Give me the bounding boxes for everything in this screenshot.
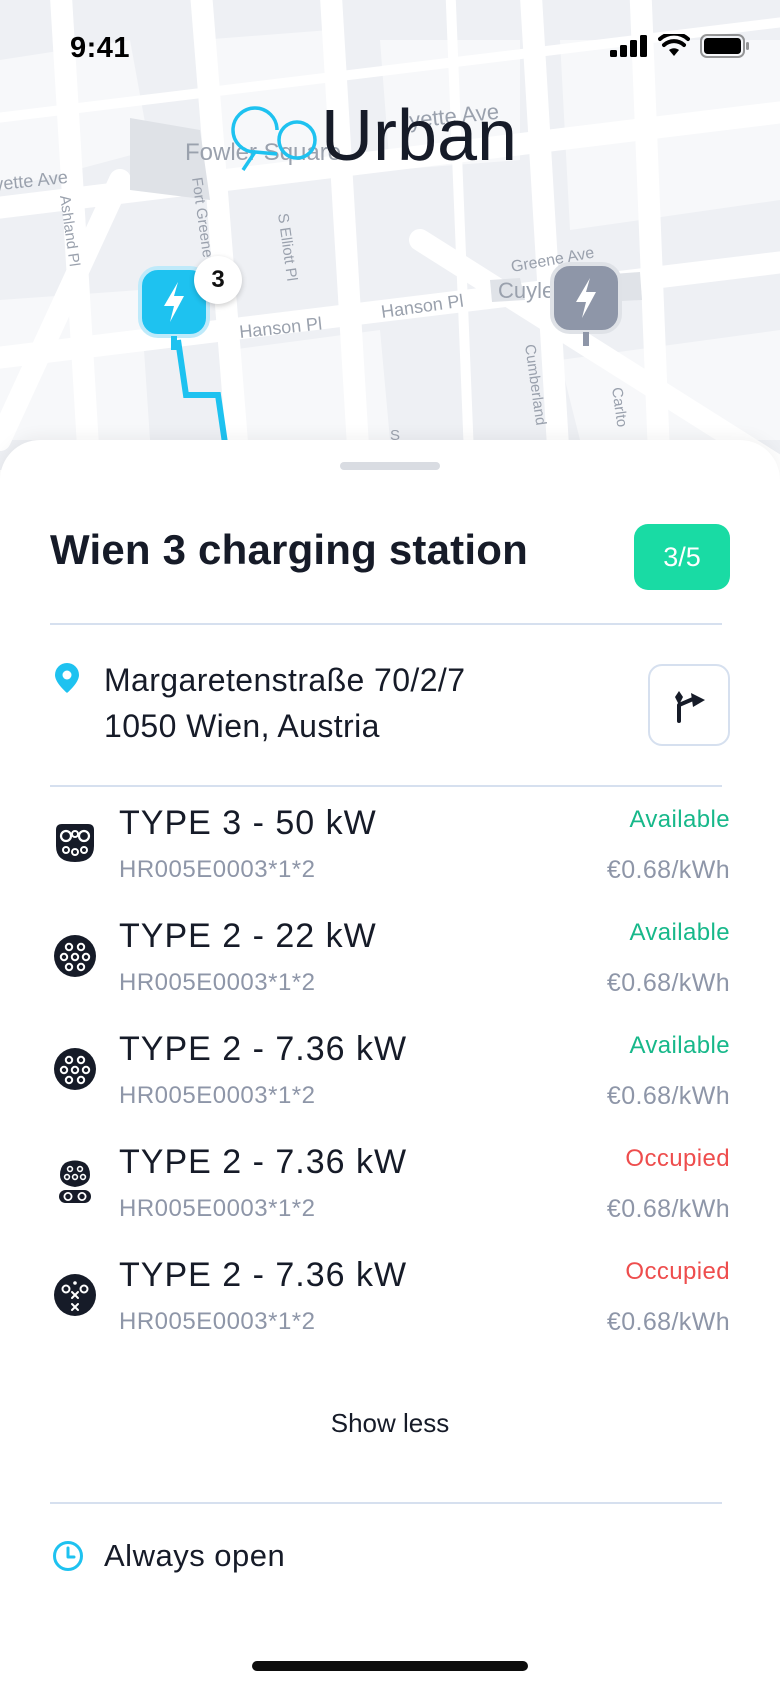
- status-icons: [610, 34, 750, 58]
- street-label: Cuyle: [498, 278, 554, 303]
- type2-plug-icon: [54, 935, 96, 977]
- station-title: Wien 3 charging station: [50, 526, 528, 573]
- sheet-grabber[interactable]: [340, 462, 440, 470]
- chademo-plug-icon: [54, 1274, 96, 1316]
- connector-status: Available: [629, 1032, 730, 1059]
- home-indicator[interactable]: [252, 1661, 528, 1671]
- station-pin-selected[interactable]: 3: [136, 256, 242, 359]
- connector-type: TYPE 3 - 50 kW: [119, 804, 377, 842]
- address-line-2: 1050 Wien, Austria: [104, 708, 380, 744]
- connector-id: HR005E0003*1*2: [119, 1082, 316, 1109]
- logo-text: Urban: [321, 96, 517, 176]
- connector-price: €0.68/kWh: [606, 1082, 730, 1110]
- wifi-icon: [658, 34, 690, 56]
- connector-type: TYPE 2 - 7.36 kW: [119, 1143, 408, 1181]
- connector-item[interactable]: TYPE 2 - 22 kW HR005E0003*1*2 Available …: [0, 913, 780, 1013]
- connector-type: TYPE 2 - 22 kW: [119, 917, 377, 955]
- app-logo: Urban: [0, 92, 780, 182]
- ccs-plug-icon: [59, 1160, 91, 1203]
- type2-plug-icon: [54, 1048, 96, 1090]
- clock: 9:41: [70, 32, 131, 64]
- connector-price: €0.68/kWh: [606, 1308, 730, 1336]
- go-logo-icon: Urban: [231, 96, 517, 176]
- connector-price: €0.68/kWh: [606, 969, 730, 997]
- connector-item[interactable]: TYPE 2 - 7.36 kW HR005E0003*1*2 Occupied…: [0, 1252, 780, 1352]
- location-pin-icon: [55, 663, 79, 693]
- divider: [50, 785, 722, 787]
- connector-status: Available: [629, 919, 730, 946]
- station-pin[interactable]: [548, 260, 624, 355]
- connector-item[interactable]: TYPE 2 - 7.36 kW HR005E0003*1*2 Occupied…: [0, 1139, 780, 1239]
- clock-icon: [53, 1541, 83, 1571]
- directions-button[interactable]: [648, 664, 730, 746]
- connector-item[interactable]: TYPE 2 - 7.36 kW HR005E0003*1*2 Availabl…: [0, 1026, 780, 1126]
- connector-type: TYPE 2 - 7.36 kW: [119, 1256, 408, 1294]
- directions-icon: [675, 691, 705, 723]
- connector-status: Occupied: [625, 1258, 730, 1285]
- signal-icon: [610, 35, 647, 57]
- connector-id: HR005E0003*1*2: [119, 856, 316, 883]
- divider: [50, 623, 722, 625]
- type3-plug-icon: [56, 824, 94, 862]
- connector-type: TYPE 2 - 7.36 kW: [119, 1030, 408, 1068]
- connector-status: Available: [629, 806, 730, 833]
- cluster-count-badge: 3: [194, 256, 242, 304]
- availability-badge: 3/5: [634, 524, 730, 590]
- connector-status: Occupied: [625, 1145, 730, 1172]
- divider: [50, 1502, 722, 1504]
- show-less-button[interactable]: Show less: [0, 1408, 780, 1439]
- connector-price: €0.68/kWh: [606, 1195, 730, 1223]
- connector-id: HR005E0003*1*2: [119, 969, 316, 996]
- address-line-1: Margaretenstraße 70/2/7: [104, 662, 466, 698]
- connector-id: HR005E0003*1*2: [119, 1195, 316, 1222]
- charging-pin-icon: [550, 262, 622, 346]
- battery-icon: [700, 34, 749, 58]
- opening-hours: Always open: [104, 1538, 286, 1573]
- connector-price: €0.68/kWh: [606, 856, 730, 884]
- status-bar: 9:41: [0, 0, 780, 100]
- connector-id: HR005E0003*1*2: [119, 1308, 316, 1335]
- connector-item[interactable]: TYPE 3 - 50 kW HR005E0003*1*2 Available …: [0, 800, 780, 900]
- station-sheet: Wien 3 charging station 3/5 Margaretenst…: [0, 440, 780, 1688]
